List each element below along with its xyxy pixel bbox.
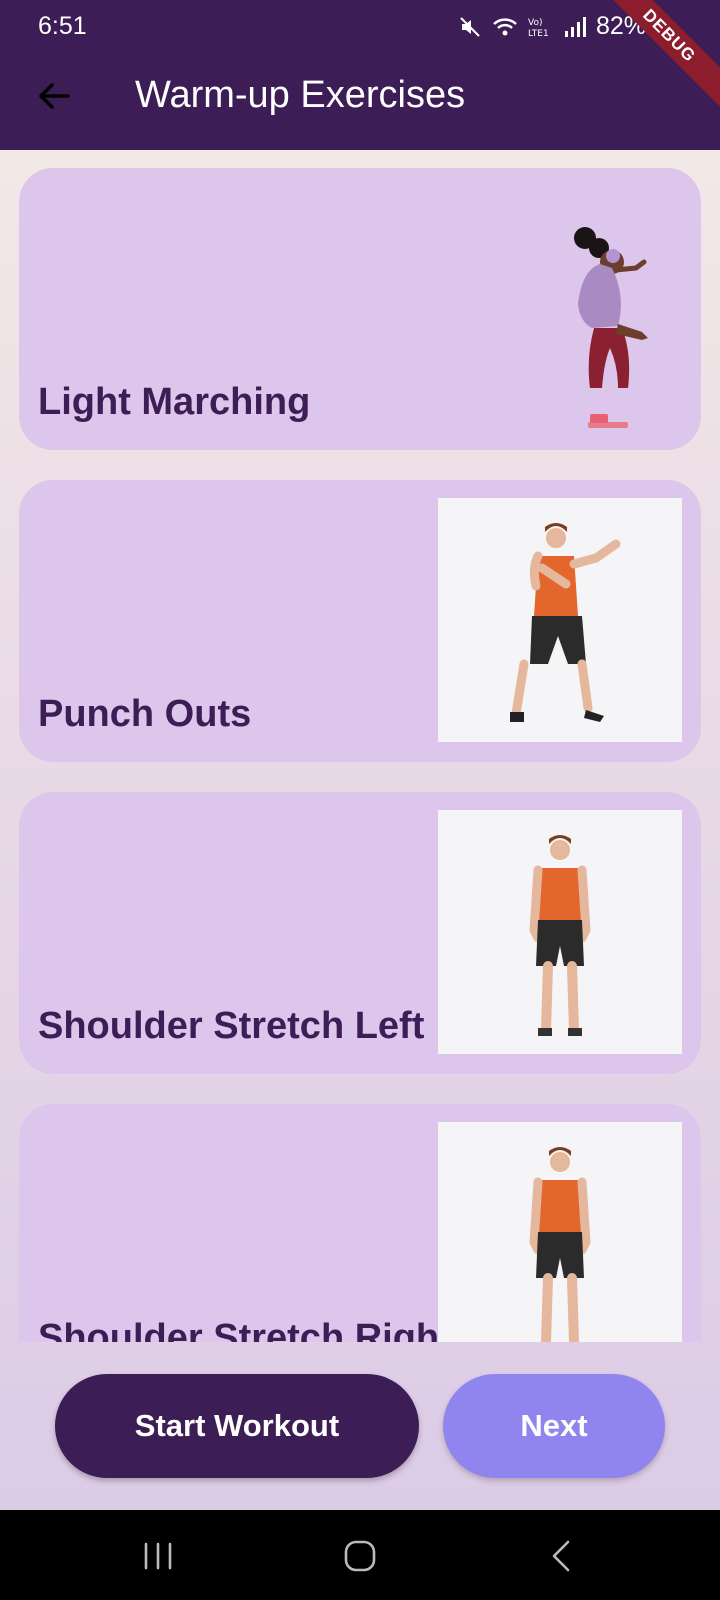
exercise-illustration (438, 1122, 682, 1342)
recent-apps-icon[interactable] (136, 1534, 180, 1578)
exercise-card[interactable]: Punch Outs (19, 480, 701, 762)
next-button[interactable]: Next (443, 1374, 665, 1478)
back-nav-icon[interactable] (540, 1534, 584, 1578)
exercise-label: Shoulder Stretch Right (38, 1317, 452, 1342)
signal-icon (564, 16, 586, 37)
exercise-card[interactable]: Light Marching (19, 168, 701, 450)
mute-icon (460, 16, 480, 37)
exercise-illustration (574, 227, 648, 428)
lte-icon: Vo)LTE1 (528, 18, 549, 39)
exercise-illustration (438, 810, 682, 1054)
wifi-icon (493, 17, 517, 35)
app-bar: 6:51 Vo) LTE1 82% DEBUG Warm-up Exercises (0, 0, 720, 150)
status-bar: 6:51 Vo) LTE1 82% (0, 0, 720, 54)
system-nav-bar (0, 1510, 720, 1600)
exercise-label: Punch Outs (38, 693, 252, 735)
svg-text:LTE1: LTE1 (528, 29, 549, 39)
exercise-illustration (438, 498, 682, 742)
start-workout-button[interactable]: Start Workout (55, 1374, 419, 1478)
exercise-card[interactable]: Shoulder Stretch Right (19, 1104, 701, 1342)
home-icon[interactable] (338, 1534, 382, 1578)
exercise-label: Light Marching (38, 381, 311, 423)
svg-text:Vo): Vo) (528, 18, 542, 28)
page-title: Warm-up Exercises (135, 74, 466, 116)
app-screen: 6:51 Vo) LTE1 82% DEBUG Warm-up Exercises… (0, 0, 720, 1510)
status-time: 6:51 (38, 12, 87, 40)
exercise-label: Shoulder Stretch Left (38, 1005, 425, 1047)
action-bar: Start Workout Next (0, 1342, 720, 1510)
exercise-list[interactable]: Light Marching Punch Outs Shoulder Stret… (0, 150, 720, 1342)
exercise-card[interactable]: Shoulder Stretch Left (19, 792, 701, 1074)
arrow-left-icon[interactable] (32, 74, 76, 118)
